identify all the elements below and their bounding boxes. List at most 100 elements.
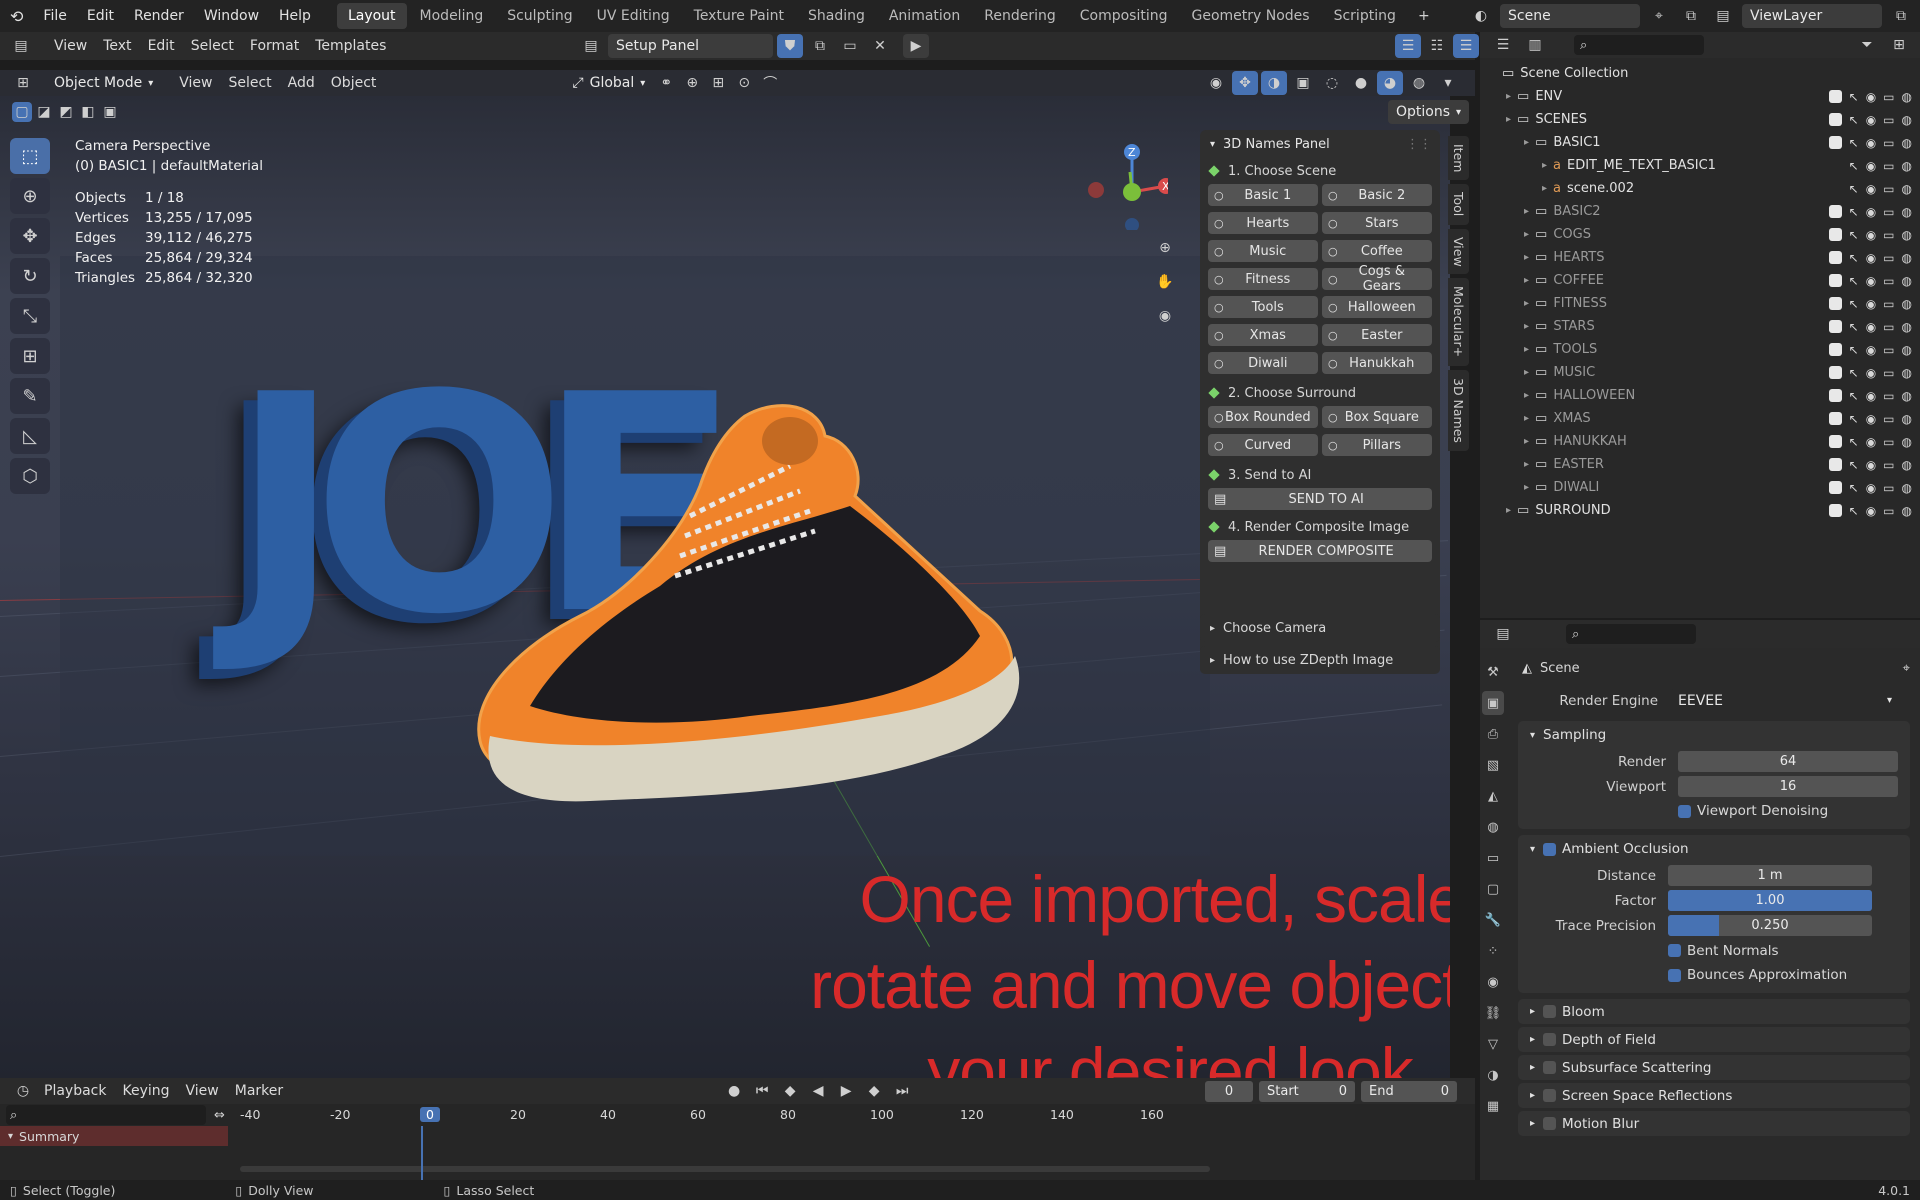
tab-uv-editing[interactable]: UV Editing: [586, 3, 681, 29]
checkbox-icon[interactable]: [1828, 227, 1842, 241]
outliner-row[interactable]: ▸ ▭ SURROUND ↖ ◉ ▭ ◍: [1480, 499, 1920, 522]
syntax-icon[interactable]: ☰: [1453, 34, 1479, 58]
select-icon[interactable]: ↖: [1849, 389, 1859, 403]
text-menu-view[interactable]: View: [46, 32, 95, 60]
ao-header[interactable]: ▾ Ambient Occlusion: [1518, 835, 1910, 863]
outliner-row[interactable]: ▸ ▭ DIWALI ↖ ◉ ▭ ◍: [1480, 476, 1920, 499]
physics-tab-icon[interactable]: ◉: [1482, 970, 1504, 994]
camera-icon[interactable]: ◍: [1902, 159, 1912, 173]
expand-icon[interactable]: ▸: [1524, 390, 1529, 401]
viewport-menu-view[interactable]: View: [171, 69, 220, 97]
render-tab-icon[interactable]: ▣: [1482, 691, 1504, 715]
checkbox-icon[interactable]: [1828, 204, 1842, 218]
monitor-icon[interactable]: ▭: [1883, 182, 1894, 196]
camera-icon[interactable]: ◍: [1902, 228, 1912, 242]
panel-screen-space-reflections[interactable]: ▸ Screen Space Reflections: [1518, 1083, 1910, 1108]
tab-sculpting[interactable]: Sculpting: [496, 3, 583, 29]
eye-icon[interactable]: ◉: [1866, 366, 1876, 380]
tab-modeling[interactable]: Modeling: [409, 3, 495, 29]
timeline-menu-playback[interactable]: Playback: [36, 1077, 114, 1105]
camera-icon[interactable]: ◍: [1902, 320, 1912, 334]
render-samples-field[interactable]: 64: [1678, 751, 1898, 772]
outliner-row[interactable]: ▸ ▭ SCENES ↖ ◉ ▭ ◍: [1480, 108, 1920, 131]
scene-button-hearts[interactable]: ○ Hearts: [1208, 212, 1318, 234]
timeline-editor-icon[interactable]: ◷: [10, 1079, 36, 1103]
ao-checkbox[interactable]: [1543, 842, 1557, 856]
expand-icon[interactable]: ▸: [1524, 298, 1529, 309]
select-new-icon[interactable]: ▢: [12, 102, 32, 122]
duplicate-icon[interactable]: ⧉: [807, 34, 833, 58]
camera-icon[interactable]: ◍: [1902, 366, 1912, 380]
shading-options-icon[interactable]: ▾: [1435, 71, 1461, 95]
blender-logo-icon[interactable]: ⟲: [0, 0, 33, 32]
panel-header[interactable]: ▸ Bloom: [1518, 999, 1910, 1024]
select-subtract-icon[interactable]: ◩: [56, 102, 76, 122]
viewlayer-field[interactable]: ViewLayer: [1742, 4, 1882, 28]
text-menu-text[interactable]: Text: [95, 32, 139, 60]
camera-icon[interactable]: ◍: [1902, 205, 1912, 219]
checkbox-icon[interactable]: [1828, 411, 1842, 425]
checkbox-icon[interactable]: [1828, 319, 1842, 333]
menu-render[interactable]: Render: [124, 0, 194, 32]
collection-tab-icon[interactable]: ▭: [1482, 846, 1504, 870]
checkbox-icon[interactable]: [1828, 434, 1842, 448]
sidebar-tab-item[interactable]: Item: [1448, 136, 1469, 181]
checkbox-icon[interactable]: [1828, 503, 1842, 517]
text-menu-select[interactable]: Select: [183, 32, 242, 60]
camera-icon[interactable]: ◍: [1902, 343, 1912, 357]
checkbox-icon[interactable]: [1828, 296, 1842, 310]
select-icon[interactable]: ↖: [1849, 297, 1859, 311]
shoe-object[interactable]: [460, 396, 1040, 896]
checkbox-icon[interactable]: [1828, 135, 1842, 149]
expand-icon[interactable]: ▸: [1542, 160, 1547, 171]
camera-icon[interactable]: ◍: [1902, 481, 1912, 495]
expand-icon[interactable]: ▸: [1524, 252, 1529, 263]
eye-icon[interactable]: ◉: [1866, 297, 1876, 311]
options-button[interactable]: Options ▾: [1388, 100, 1470, 124]
properties-search-input[interactable]: ⌕: [1566, 624, 1696, 644]
panel-header[interactable]: ▸ Motion Blur: [1518, 1111, 1910, 1136]
outliner-row[interactable]: ▸ a scene.002 ↖ ◉ ▭ ◍: [1480, 177, 1920, 200]
scale-icon[interactable]: ⤡: [10, 298, 50, 334]
text-menu-templates[interactable]: Templates: [307, 32, 394, 60]
checkbox-icon[interactable]: [1828, 273, 1842, 287]
scene-button-fitness[interactable]: ○ Fitness: [1208, 268, 1318, 290]
timeline-search-input[interactable]: ⌕: [6, 1105, 206, 1125]
proportional-icon[interactable]: ⊙: [731, 71, 757, 95]
eye-icon[interactable]: ◉: [1866, 205, 1876, 219]
cursor-icon[interactable]: ⊕: [10, 178, 50, 214]
line-numbers-icon[interactable]: ☰: [1395, 34, 1421, 58]
scene-button-halloween[interactable]: ○ Halloween: [1322, 296, 1432, 318]
tab-compositing[interactable]: Compositing: [1069, 3, 1179, 29]
outliner-row[interactable]: ▸ ▭ FITNESS ↖ ◉ ▭ ◍: [1480, 292, 1920, 315]
viewport-samples-field[interactable]: 16: [1678, 776, 1898, 797]
pin-icon[interactable]: ⌖: [1903, 661, 1910, 676]
sampling-header[interactable]: ▾ Sampling: [1518, 721, 1910, 749]
scene-field[interactable]: Scene: [1500, 4, 1640, 28]
expand-icon[interactable]: ▸: [1506, 91, 1511, 102]
measure-icon[interactable]: ◺: [10, 418, 50, 454]
camera-icon[interactable]: ◍: [1902, 297, 1912, 311]
orientation-selector[interactable]: ⤢ Global ▾: [564, 71, 653, 95]
play-icon[interactable]: ▶: [833, 1079, 859, 1103]
menu-help[interactable]: Help: [269, 0, 321, 32]
data-tab-icon[interactable]: ▽: [1482, 1032, 1504, 1056]
snap-target-icon[interactable]: ⊞: [705, 71, 731, 95]
pan-hand-icon[interactable]: ✋: [1152, 270, 1178, 294]
expand-icon[interactable]: ▸: [1506, 114, 1511, 125]
scene-button-easter[interactable]: ○ Easter: [1322, 324, 1432, 346]
mode-selector[interactable]: Object Mode ▾: [46, 71, 161, 95]
select-icon[interactable]: ↖: [1849, 274, 1859, 288]
properties-editor-icon[interactable]: ▤: [1490, 622, 1516, 646]
scene-button-curved[interactable]: ○ Curved: [1208, 434, 1318, 456]
tab-shading[interactable]: Shading: [797, 3, 876, 29]
checkbox-icon[interactable]: [1828, 388, 1842, 402]
expand-icon[interactable]: ▸: [1524, 206, 1529, 217]
tab-geometry-nodes[interactable]: Geometry Nodes: [1181, 3, 1321, 29]
panel-checkbox[interactable]: [1543, 1005, 1557, 1018]
camera-icon[interactable]: ◍: [1902, 389, 1912, 403]
expand-icon[interactable]: ▸: [1524, 137, 1529, 148]
eye-icon[interactable]: ◉: [1866, 320, 1876, 334]
scene-button-tools[interactable]: ○ Tools: [1208, 296, 1318, 318]
eye-icon[interactable]: ◉: [1866, 481, 1876, 495]
